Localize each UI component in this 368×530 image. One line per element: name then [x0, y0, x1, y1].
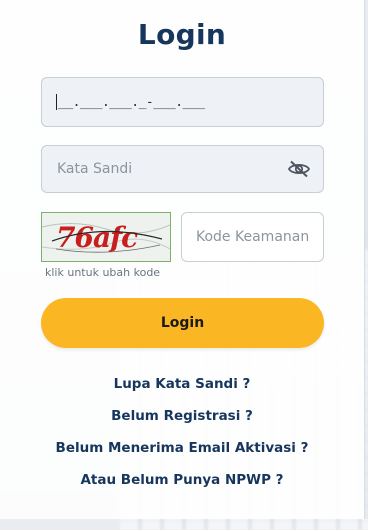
login-card: Login __.___.___._-___.___ Kata Sandi 76…: [0, 0, 365, 519]
forgot-password-link[interactable]: Lupa Kata Sandi ?: [0, 376, 364, 392]
eye-slash-icon[interactable]: [287, 160, 311, 178]
captcha-graphic: 76afc: [42, 213, 170, 261]
npwp-input[interactable]: __.___.___._-___.___: [41, 77, 324, 127]
npwp-input-value: __.___.___._-___.___: [58, 94, 205, 110]
password-placeholder: Kata Sandi: [57, 161, 133, 177]
captcha-image[interactable]: 76afc: [41, 212, 171, 262]
captcha-text: 76afc: [56, 221, 138, 254]
activation-email-link[interactable]: Belum Menerima Email Aktivasi ?: [0, 440, 364, 456]
login-button[interactable]: Login: [41, 298, 324, 348]
captcha-caption[interactable]: klik untuk ubah kode: [45, 266, 160, 279]
security-code-placeholder: Kode Keamanan: [196, 229, 310, 245]
password-input[interactable]: Kata Sandi: [41, 145, 324, 193]
register-link[interactable]: Belum Registrasi ?: [0, 408, 364, 424]
text-caret: [56, 94, 57, 110]
security-code-input[interactable]: Kode Keamanan: [181, 212, 324, 262]
no-npwp-link[interactable]: Atau Belum Punya NPWP ?: [0, 472, 364, 488]
page-title: Login: [137, 18, 227, 51]
